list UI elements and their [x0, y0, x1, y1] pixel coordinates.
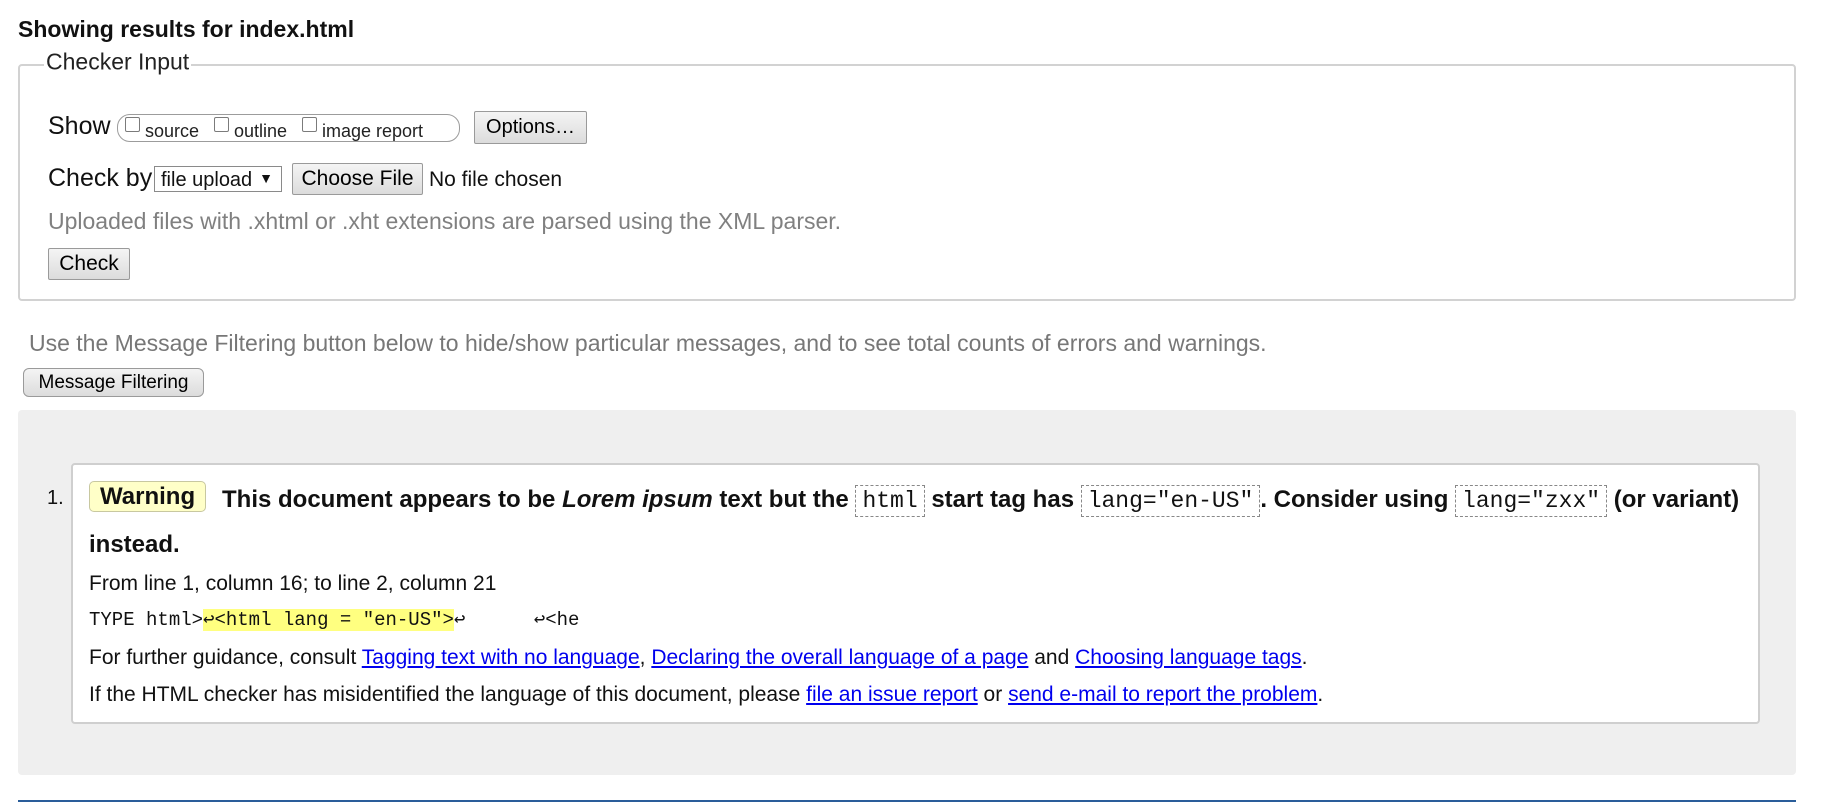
image-report-checkbox[interactable] — [302, 117, 317, 132]
options-button[interactable]: Options… — [474, 111, 587, 144]
link-send-email[interactable]: send e-mail to report the problem — [1008, 683, 1317, 706]
guidance-text: For further guidance, consult — [89, 646, 362, 669]
message-filtering-button[interactable]: Message Filtering — [23, 368, 204, 397]
checker-input-legend: Checker Input — [44, 48, 192, 76]
warning-badge: Warning — [89, 481, 207, 512]
report-text: or — [977, 683, 1009, 706]
check-button[interactable]: Check — [48, 248, 130, 280]
title-text: text but the — [712, 486, 856, 513]
source-extract: TYPE html>↩<html lang = "en-US">↩ ↩<he — [89, 608, 579, 631]
xml-parser-hint: Uploaded files with .xhtml or .xht exten… — [48, 208, 842, 234]
result-number: 1. — [47, 487, 64, 509]
source-checkbox-label[interactable]: source — [145, 121, 199, 142]
show-label: Show — [48, 112, 111, 140]
file-status: No file chosen — [429, 168, 563, 191]
checker-input-fieldset: Checker Input — [18, 48, 1796, 301]
warning-message-title: This document appears to be Lorem ipsum … — [89, 478, 1754, 567]
message-filtering-hint: Use the Message Filtering button below t… — [29, 330, 1267, 356]
report-text: If the HTML checker has misidentified th… — [89, 683, 807, 706]
extract-highlight: ↩<html lang = "en-US"> — [203, 609, 454, 631]
report-line: If the HTML checker has misidentified th… — [89, 683, 1323, 707]
check-by-select-value: file upload — [161, 169, 253, 191]
title-text: start tag has — [924, 486, 1081, 513]
source-checkbox[interactable] — [125, 117, 140, 132]
page-heading: Showing results for index.html — [18, 16, 355, 42]
link-tagging-no-language[interactable]: Tagging text with no language — [362, 646, 640, 669]
code-lang-zxx: lang="zxx" — [1455, 485, 1608, 517]
choose-file-button[interactable]: Choose File — [292, 163, 423, 195]
outline-checkbox-label[interactable]: outline — [234, 121, 287, 142]
link-choosing-language-tags[interactable]: Choosing language tags — [1075, 646, 1302, 669]
title-text: . Consider using — [1260, 486, 1456, 513]
title-text: This document appears to be — [222, 486, 563, 513]
link-declaring-language[interactable]: Declaring the overall language of a page — [651, 646, 1028, 669]
show-options-group: source outline image report — [117, 114, 460, 142]
outline-checkbox[interactable] — [214, 117, 229, 132]
title-emphasis: Lorem ipsum — [562, 486, 713, 513]
dropdown-arrow-icon: ▼ — [259, 170, 273, 186]
message-location: From line 1, column 16; to line 2, colum… — [89, 572, 497, 595]
extract-text: ↩ ↩<he — [453, 609, 580, 631]
extract-text: TYPE html> — [89, 609, 204, 631]
check-by-select[interactable]: file upload ▼ — [154, 166, 282, 192]
guidance-text: , — [639, 646, 652, 669]
guidance-text: . — [1301, 646, 1308, 669]
guidance-text: and — [1028, 646, 1076, 669]
code-html: html — [855, 485, 925, 517]
link-file-issue-report[interactable]: file an issue report — [806, 683, 978, 706]
guidance-line: For further guidance, consult Tagging te… — [89, 646, 1308, 670]
report-text: . — [1317, 683, 1324, 706]
code-lang-en-us: lang="en-US" — [1080, 485, 1261, 517]
image-report-checkbox-label[interactable]: image report — [322, 121, 423, 142]
check-by-label: Check by — [48, 164, 153, 192]
